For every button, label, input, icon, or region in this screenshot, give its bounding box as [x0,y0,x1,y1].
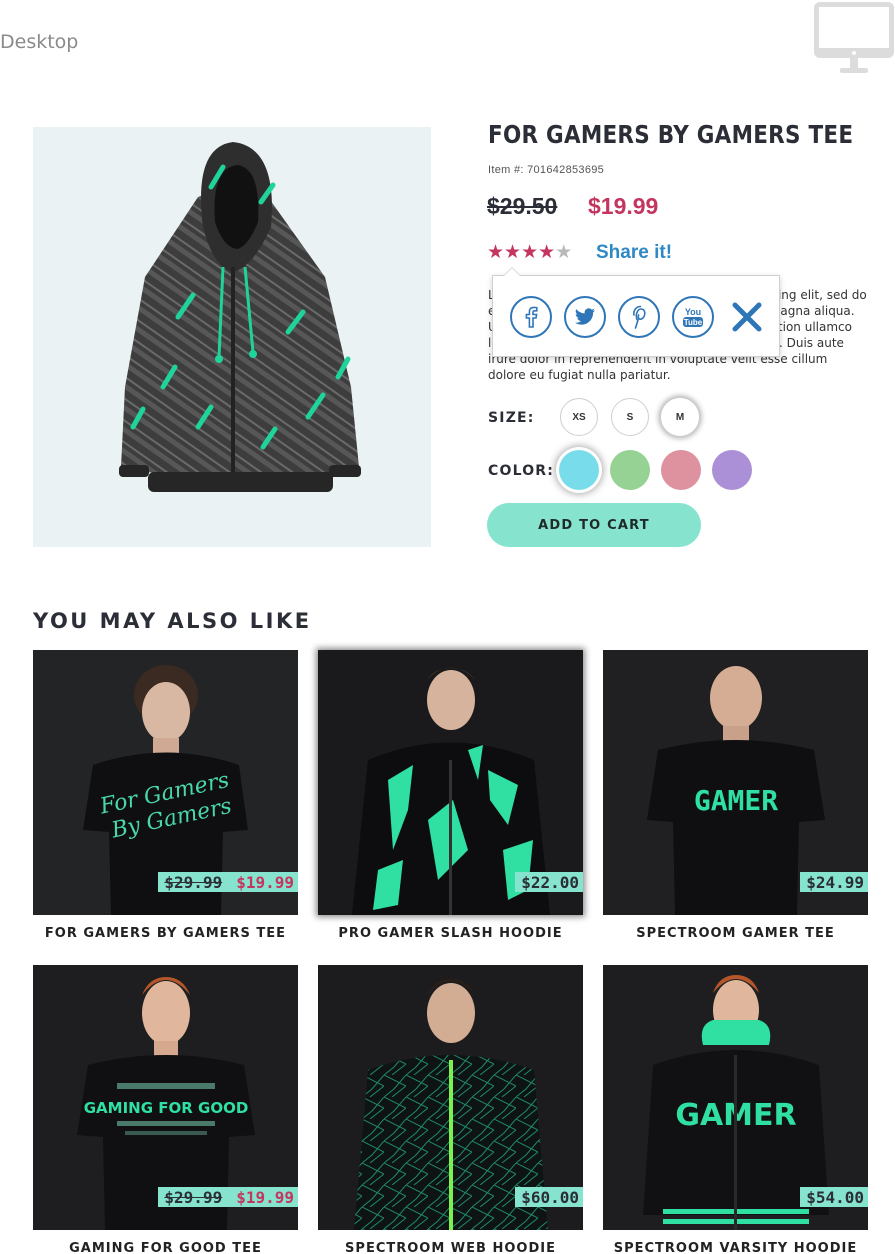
product-name[interactable]: FOR GAMERS BY GAMERS TEE [33,926,298,941]
price-tag: $22.00 [515,872,583,892]
sale-price: $19.99 [588,193,659,219]
size-option-s[interactable]: S [611,398,649,436]
product-name[interactable]: SPECTROOM GAMER TEE [603,926,868,941]
device-label: Desktop [0,31,79,53]
product-card[interactable]: GAMING FOR GOOD $29.99 $19.99 GAMING FOR… [33,965,298,1254]
price-tag: $60.00 [515,1187,583,1207]
star-icon: ★ [487,241,505,263]
product-card[interactable]: GAMER $54.00 SPECTROOM VARSITY HOODIE [603,965,868,1254]
color-swatch-blue[interactable] [559,450,599,490]
size-option-m[interactable]: M [661,398,699,436]
youtube-icon[interactable]: You Tube [672,296,714,338]
share-popup: You Tube [492,267,780,357]
product-card[interactable]: GAMER $24.99 SPECTROOM GAMER TEE [603,650,868,941]
product-name[interactable]: SPECTROOM WEB HOODIE [318,1241,583,1254]
add-to-cart-button[interactable]: ADD TO CART [487,503,701,547]
color-swatch-purple[interactable] [712,450,752,490]
hoodie-illustration [119,142,361,492]
product-sku: Item #: 701642853695 [488,164,605,176]
product-title: FOR GAMERS BY GAMERS TEE [488,120,854,149]
product-thumbnail[interactable]: GAMING FOR GOOD $29.99 $19.99 [33,965,298,1230]
product-thumbnail[interactable]: For Gamers By Gamers $29.99 $19.99 [33,650,298,915]
product-name[interactable]: GAMING FOR GOOD TEE [33,1241,298,1254]
price-tag: $24.99 [800,872,868,892]
price: $22.00 [521,872,579,892]
shirt-graphic-text: GAMER [694,784,778,817]
close-icon[interactable] [730,300,764,334]
star-icon: ★ [538,241,556,263]
price: $60.00 [521,1187,579,1207]
original-price: $29.50 [487,193,558,219]
star-icon: ★ [521,241,539,263]
color-label: COLOR: [488,463,555,479]
desktop-monitor-icon[interactable] [812,0,895,76]
star-icon: ★ [504,241,522,263]
sale-price: $19.99 [236,1187,294,1207]
price-tag: $54.00 [800,1187,868,1207]
product-thumbnail[interactable]: GAMER $24.99 [603,650,868,915]
star-icon: ★ [555,241,573,263]
product-thumbnail[interactable]: $22.00 [318,650,583,915]
share-link[interactable]: Share it! [596,242,672,264]
price: $54.00 [806,1187,864,1207]
product-image [33,127,431,547]
facebook-icon[interactable] [510,296,552,338]
twitter-icon[interactable] [564,296,606,338]
pinterest-icon[interactable] [618,296,660,338]
product-card[interactable]: For Gamers By Gamers $29.99 $19.99 FOR G… [33,650,298,941]
size-option-xs[interactable]: XS [560,398,598,436]
shirt-graphic-text: GAMING FOR GOOD [84,1099,249,1117]
product-thumbnail[interactable]: GAMER $54.00 [603,965,868,1230]
sale-price: $19.99 [236,872,294,892]
product-name[interactable]: SPECTROOM VARSITY HOODIE [603,1241,868,1254]
original-price: $29.99 [164,872,223,892]
svg-text:You: You [685,307,701,317]
price-tag: $29.99 $19.99 [158,872,298,892]
product-name[interactable]: PRO GAMER SLASH HOODIE [318,926,583,941]
related-section-title: YOU MAY ALSO LIKE [33,609,312,633]
original-price: $29.99 [164,1187,223,1207]
color-swatch-green[interactable] [610,450,650,490]
price: $24.99 [806,872,864,892]
price-tag: $29.99 $19.99 [158,1187,298,1207]
color-swatch-pink[interactable] [661,450,701,490]
svg-text:Tube: Tube [684,318,703,327]
rating-stars: ★★★★★ [487,241,572,263]
product-card[interactable]: $22.00 PRO GAMER SLASH HOODIE [318,650,583,941]
product-card[interactable]: $60.00 SPECTROOM WEB HOODIE [318,965,583,1254]
size-label: SIZE: [488,410,535,426]
product-thumbnail[interactable]: $60.00 [318,965,583,1230]
